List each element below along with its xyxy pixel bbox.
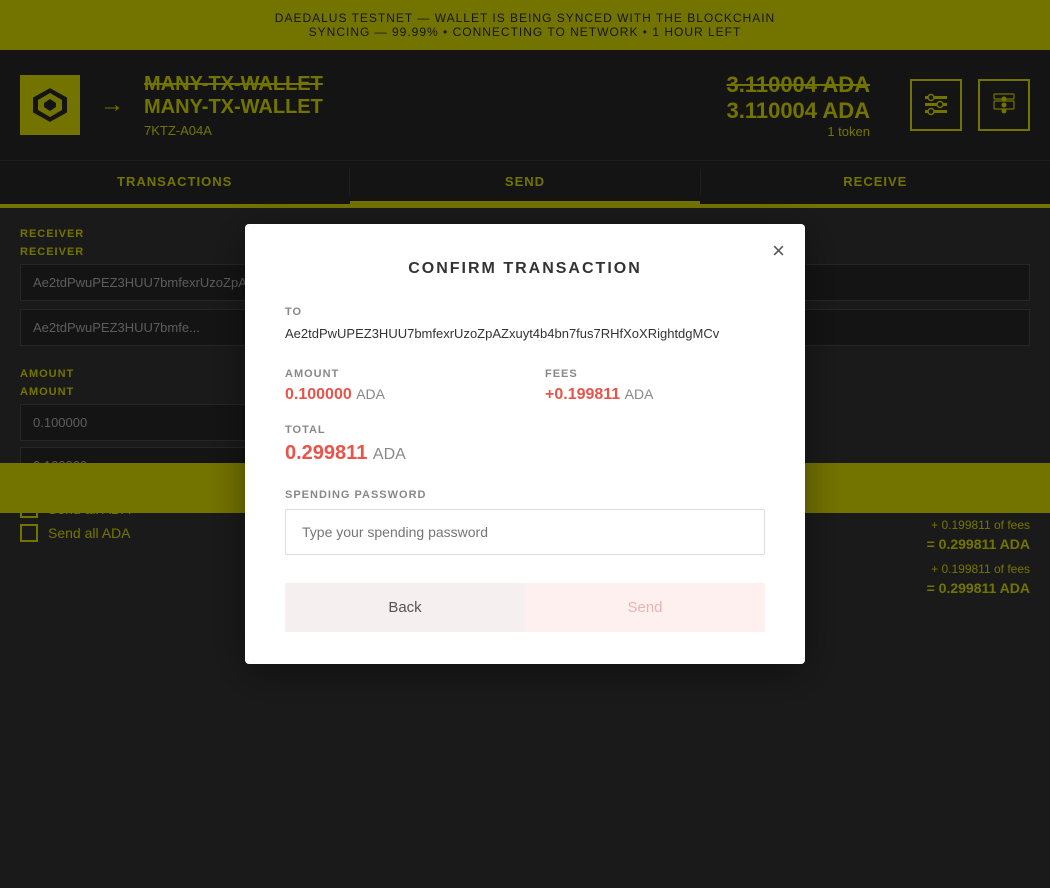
modal-title: CONFIRM TRANSACTION bbox=[285, 260, 765, 278]
modal-total-unit: ADA bbox=[373, 446, 406, 463]
modal-buttons: Back Send bbox=[285, 583, 765, 632]
modal-fees-value: +0.199811 ADA bbox=[545, 386, 765, 404]
modal-amount-fees-row: AMOUNT 0.100000 ADA FEES +0.199811 ADA bbox=[285, 368, 765, 404]
modal-close-button[interactable]: × bbox=[772, 240, 785, 262]
modal-total-value: 0.299811 ADA bbox=[285, 442, 765, 465]
modal-fees-label: FEES bbox=[545, 368, 765, 380]
modal-amount-field: AMOUNT 0.100000 ADA bbox=[285, 368, 505, 404]
modal-fees-field: FEES +0.199811 ADA bbox=[545, 368, 765, 404]
modal-to-label: TO bbox=[285, 306, 765, 318]
modal-amount-value: 0.100000 ADA bbox=[285, 386, 505, 404]
modal-address: Ae2tdPwUPEZ3HUU7bmfexrUzoZpAZxuyt4b4bn7f… bbox=[285, 324, 765, 344]
spending-password-input[interactable] bbox=[285, 509, 765, 555]
modal-fees-unit: ADA bbox=[625, 386, 654, 402]
back-button[interactable]: Back bbox=[285, 583, 525, 632]
modal-overlay: CONFIRM TRANSACTION × TO Ae2tdPwUPEZ3HUU… bbox=[0, 0, 1050, 888]
modal-password-label: SPENDING PASSWORD bbox=[285, 489, 765, 501]
send-button[interactable]: Send bbox=[525, 583, 765, 632]
confirm-transaction-modal: CONFIRM TRANSACTION × TO Ae2tdPwUPEZ3HUU… bbox=[245, 224, 805, 664]
modal-total-label: TOTAL bbox=[285, 424, 765, 436]
modal-amount-label: AMOUNT bbox=[285, 368, 505, 380]
modal-amount-unit: ADA bbox=[356, 386, 385, 402]
